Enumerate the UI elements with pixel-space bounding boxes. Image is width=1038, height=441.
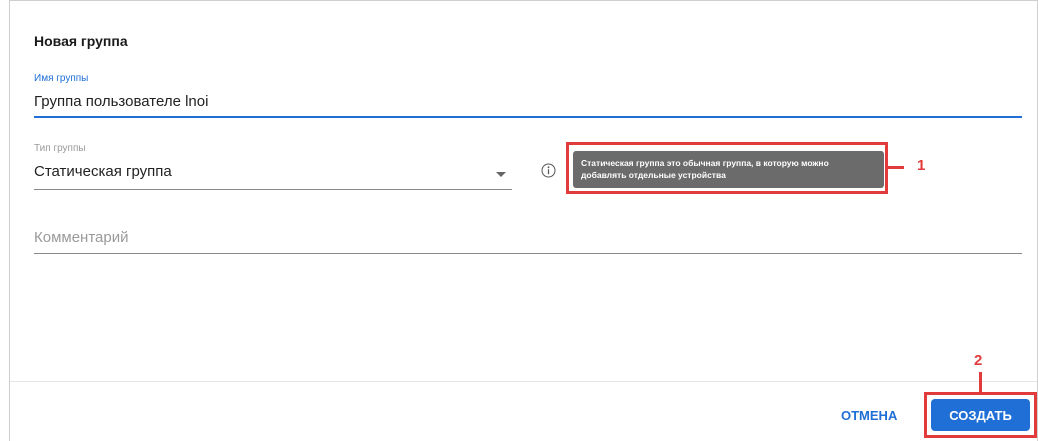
annotation-marker-1: 1	[917, 157, 926, 174]
annotation-box-2	[924, 392, 1037, 438]
group-name-label: Имя группы	[34, 73, 89, 84]
dialog-border-top	[9, 0, 1038, 1]
footer-divider	[10, 381, 1037, 382]
annotation-marker-2: 2	[974, 352, 983, 369]
group-name-underline	[34, 116, 1022, 118]
info-icon[interactable]	[541, 163, 556, 178]
comment-input[interactable]: Комментарий	[34, 229, 128, 246]
chevron-down-icon[interactable]	[496, 172, 506, 177]
annotation-leader-2	[979, 372, 982, 392]
comment-underline	[34, 253, 1022, 254]
group-type-label: Тип группы	[34, 143, 86, 154]
cancel-button[interactable]: ОТМЕНА	[830, 400, 922, 430]
dialog-border-left	[9, 0, 10, 441]
annotation-leader-1	[888, 166, 904, 169]
dialog-title: Новая группа	[34, 33, 128, 49]
dialog: Новая группа Имя группы Группа пользоват…	[0, 0, 1038, 441]
group-type-select[interactable]: Статическая группа	[34, 163, 172, 180]
group-name-input[interactable]: Группа пользователе lnoi	[34, 93, 208, 110]
group-type-underline	[34, 189, 512, 190]
annotation-box-1	[566, 142, 888, 194]
